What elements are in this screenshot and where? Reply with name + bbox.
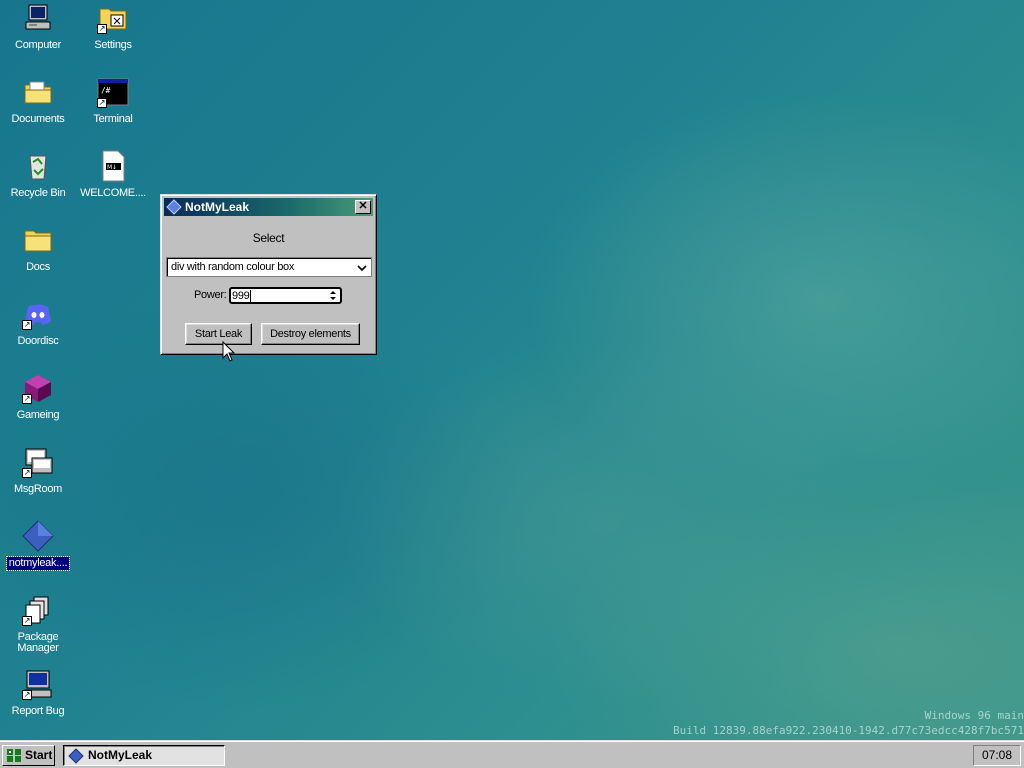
shortcut-arrow-icon: ↗ <box>22 468 32 478</box>
desktop-icon-terminal[interactable]: /# ↗ Terminal <box>77 76 149 126</box>
desktop-icon-label: Report Bug <box>11 705 65 717</box>
notmyleak-diamond-icon <box>166 199 182 215</box>
start-logo-icon <box>6 748 22 763</box>
desktop-icon-label: Settings <box>94 39 132 51</box>
desktop-icon-package-manager[interactable]: ↗ Package Manager <box>2 594 74 655</box>
build-watermark: Windows 96 main Build 12839.88efa922.230… <box>673 708 1024 738</box>
markdown-file-icon: M↓ <box>97 150 129 182</box>
terminal-icon: /# ↗ <box>97 76 129 108</box>
game-cube-icon: ↗ <box>22 372 54 404</box>
desktop-icon-documents[interactable]: Documents <box>2 76 74 126</box>
window-title: NotMyLeak <box>185 200 250 214</box>
chevron-down-icon <box>357 263 367 273</box>
taskbar-item-notmyleak[interactable]: NotMyLeak <box>63 745 225 766</box>
dropdown-value: div with random colour box <box>171 261 295 273</box>
notmyleak-diamond-icon <box>68 748 84 764</box>
taskbar-item-label: NotMyLeak <box>88 748 153 762</box>
spinner-arrows-icon[interactable] <box>329 290 337 301</box>
desktop-icon-label: MsgRoom <box>13 483 63 495</box>
recycle-bin-icon <box>22 150 54 182</box>
shortcut-arrow-icon: ↗ <box>22 394 32 404</box>
svg-text:/#: /# <box>101 86 111 95</box>
power-label: Power: <box>194 289 227 301</box>
settings-icon: ↗ <box>97 2 129 34</box>
taskbar-clock[interactable]: 07:08 <box>973 745 1021 766</box>
desktop-icon-notmyleak[interactable]: notmyleak.... <box>2 520 74 571</box>
desktop-icon-label: Documents <box>11 113 65 125</box>
shortcut-arrow-icon: ↗ <box>22 690 32 700</box>
desktop-icon-label: Docs <box>26 261 50 273</box>
power-value: 999 <box>232 290 252 302</box>
desktop-icon-label: WELCOME.... <box>80 187 146 199</box>
desktop-icon-label: Gameing <box>16 409 60 421</box>
folder-icon <box>22 224 54 256</box>
desktop-icon-gameing[interactable]: ↗ Gameing <box>2 372 74 422</box>
mouse-cursor-icon <box>222 340 236 363</box>
desktop-icon-label: Terminal <box>93 113 133 125</box>
leak-type-dropdown[interactable]: div with random colour box <box>166 257 372 277</box>
shortcut-arrow-icon: ↗ <box>97 98 107 108</box>
desktop-icon-msgroom[interactable]: ↗ MsgRoom <box>2 446 74 496</box>
desktop-icon-settings[interactable]: ↗ Settings <box>77 2 149 52</box>
destroy-elements-button[interactable]: Destroy elements <box>261 323 360 345</box>
desktop-icon-label: Package Manager <box>17 631 59 654</box>
close-button[interactable]: ✕ <box>355 200 371 214</box>
desktop-icon-recycle-bin[interactable]: Recycle Bin <box>2 150 74 200</box>
shortcut-arrow-icon: ↗ <box>22 320 32 330</box>
desktop-icon-welcome[interactable]: M↓ WELCOME.... <box>77 150 149 200</box>
desktop-icon-label: Recycle Bin <box>10 187 66 199</box>
select-label: Select <box>252 231 285 245</box>
desktop-icon-label: Computer <box>15 39 61 51</box>
desktop-icon-computer[interactable]: Computer <box>2 2 74 52</box>
start-label: Start <box>25 748 53 762</box>
report-bug-icon: ↗ <box>22 668 54 700</box>
close-icon: ✕ <box>358 200 368 212</box>
start-leak-button[interactable]: Start Leak <box>185 323 252 345</box>
notmyleak-diamond-icon <box>22 520 54 552</box>
power-input[interactable]: 999 <box>229 287 342 304</box>
window-titlebar[interactable]: NotMyLeak ✕ <box>164 198 373 216</box>
notmyleak-window[interactable]: NotMyLeak ✕ Select div with random colou… <box>160 194 377 355</box>
taskbar: Start NotMyLeak 07:08 <box>0 740 1024 768</box>
desktop-icon-doordisc[interactable]: ↗ Doordisc <box>2 298 74 348</box>
desktop-icon-report-bug[interactable]: ↗ Report Bug <box>2 668 74 718</box>
desktop-icon-label: Doordisc <box>17 335 59 347</box>
watermark-line-2: Build 12839.88efa922.230410-1942.d77c73e… <box>673 724 1024 737</box>
computer-icon <box>22 2 54 34</box>
svg-text:M↓: M↓ <box>107 164 117 171</box>
desktop-icon-label: notmyleak.... <box>5 556 71 571</box>
start-button[interactable]: Start <box>2 745 55 766</box>
desktop-icon-docs[interactable]: Docs <box>2 224 74 274</box>
documents-folder-icon <box>22 76 54 108</box>
shortcut-arrow-icon: ↗ <box>22 616 32 626</box>
discord-icon: ↗ <box>22 298 54 330</box>
package-manager-icon: ↗ <box>22 594 54 626</box>
msgroom-icon: ↗ <box>22 446 54 478</box>
shortcut-arrow-icon: ↗ <box>97 24 107 34</box>
watermark-line-1: Windows 96 main <box>924 709 1024 722</box>
